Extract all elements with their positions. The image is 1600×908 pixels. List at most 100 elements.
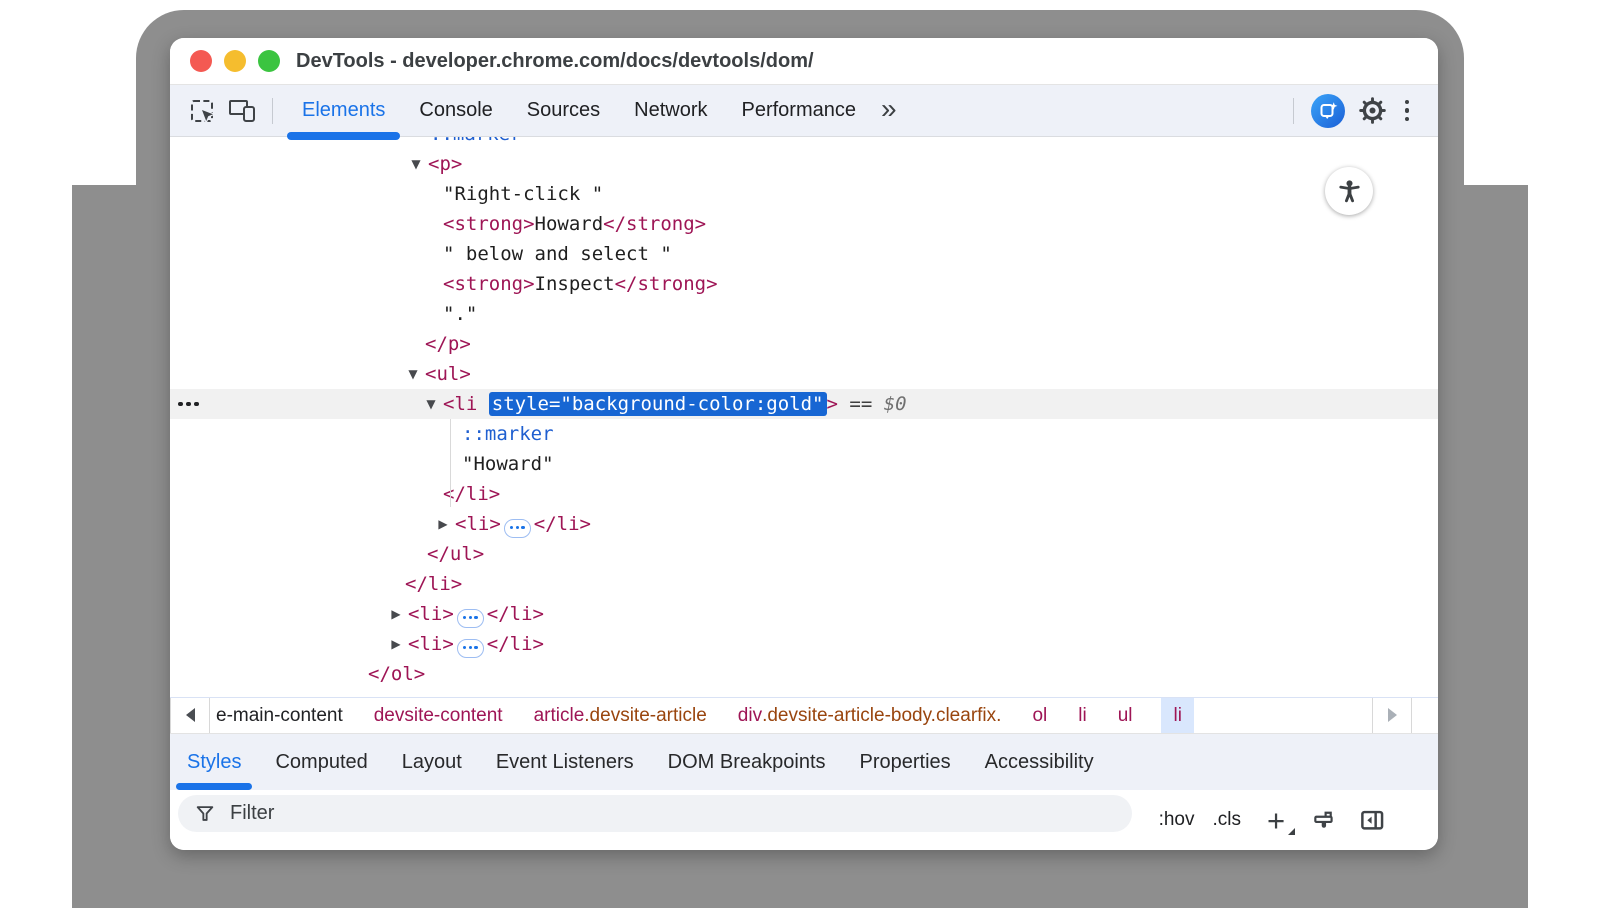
filter-input[interactable] (228, 801, 1028, 826)
tab-properties[interactable]: Properties (845, 734, 966, 790)
dom-token-text: "." (443, 303, 477, 325)
crumb-token-tag: devsite-content (374, 705, 503, 727)
expand-collapsearrow-icon[interactable]: ▼ (406, 149, 426, 179)
dom-token-tag: <strong> (443, 273, 535, 295)
inspect-element-button[interactable] (182, 91, 222, 131)
dom-tree-row[interactable]: <strong>Inspect</strong> (170, 269, 1438, 299)
more-options-button[interactable] (1392, 94, 1422, 128)
dom-node-text: </li> (405, 569, 462, 599)
dom-token-tag: </strong> (615, 273, 718, 295)
breadcrumb-item[interactable]: devsite-content (372, 698, 505, 733)
dom-node-text: "Right-click " (443, 179, 603, 209)
rendering-emulations-button[interactable] (1311, 807, 1337, 833)
zoom-window-button[interactable] (258, 50, 280, 72)
dom-token-tag: </ul> (427, 543, 484, 565)
breadcrumb-item[interactable]: ul (1116, 698, 1135, 733)
breadcrumb-scroll-left-button[interactable] (170, 698, 210, 734)
crumb-token-tag: li (1173, 705, 1181, 727)
breadcrumb-item[interactable]: div.devsite-article-body.clearfix. (736, 698, 1004, 733)
dom-tree-row[interactable]: <strong>Howard</strong> (170, 209, 1438, 239)
expand-collapsearrow-icon[interactable]: ▼ (403, 359, 423, 389)
breadcrumb: e-main-content devsite-content article.dev… (210, 698, 1194, 733)
breadcrumb-item[interactable]: ol (1030, 698, 1049, 733)
dom-node-text: <li></li> (408, 599, 544, 629)
dom-node-text: </ul> (427, 539, 484, 569)
tab-styles[interactable]: Styles (172, 734, 256, 790)
dom-token-tag: <p> (428, 153, 462, 175)
expand-arrow-icon[interactable]: ▶ (386, 629, 406, 659)
screenshot-stage: DevTools - developer.chrome.com/docs/dev… (0, 0, 1600, 908)
close-window-button[interactable] (190, 50, 212, 72)
settings-button[interactable] (1352, 91, 1392, 131)
selected-attribute[interactable]: style="background-color:gold" (489, 392, 827, 416)
breadcrumb-item[interactable]: li (1161, 698, 1193, 733)
styles-filter-field[interactable] (178, 795, 1132, 832)
tab-layout[interactable]: Layout (387, 734, 477, 790)
dom-token-tag: <ul> (425, 363, 471, 385)
ellipsis-node-button[interactable] (457, 609, 484, 628)
ai-assistance-button[interactable] (1311, 94, 1345, 128)
tab-accessibility[interactable]: Accessibility (970, 734, 1109, 790)
dom-tree-row[interactable]: "Right-click " (170, 179, 1438, 209)
dom-tree-row[interactable]: </li> (170, 569, 1438, 599)
dom-token-tag: </li> (405, 573, 462, 595)
dom-tree-row[interactable]: ▼<p> (170, 149, 1438, 179)
element-classes-button[interactable]: .cls (1213, 809, 1242, 831)
ai-sparkle-icon (1318, 101, 1338, 121)
tab-console[interactable]: Console (402, 85, 509, 136)
toggle-element-state-button[interactable]: :hov (1159, 809, 1195, 831)
expand-collapsearrow-icon[interactable]: ▼ (421, 389, 441, 419)
dom-node-text: <ul> (425, 359, 471, 389)
dom-tree-row[interactable]: ▼<li style="background-color:gold"> == $… (170, 389, 1438, 419)
dom-node-text: ::marker (430, 137, 522, 149)
tab-elements[interactable]: Elements (285, 85, 402, 136)
dom-tree-row[interactable]: ▼<ul> (170, 359, 1438, 389)
dom-tree-row[interactable]: ▶<li></li> (170, 629, 1438, 659)
expand-arrow-icon[interactable]: ▶ (386, 599, 406, 629)
dom-node-text: <strong>Howard</strong> (443, 209, 706, 239)
chevron-right-icon (1388, 708, 1397, 722)
breadcrumb-item[interactable]: e-main-content (214, 698, 345, 733)
breadcrumb-scroll-right-button[interactable] (1372, 698, 1412, 734)
crumb-token-plain: e-main-content (216, 705, 343, 727)
dom-tree-row[interactable]: "." (170, 299, 1438, 329)
dom-token-tag: <li> (455, 513, 501, 535)
dom-node-text: ::marker (462, 419, 554, 449)
dom-token-tag: </ol> (368, 663, 425, 685)
dom-tree-row[interactable]: "Howard" (170, 449, 1438, 479)
dom-token-text: Howard (535, 213, 604, 235)
dom-tree-row[interactable]: " below and select " (170, 239, 1438, 269)
tab-performance[interactable]: Performance (725, 85, 874, 136)
indent-guide-line (450, 419, 451, 507)
tab-computed[interactable]: Computed (260, 734, 382, 790)
dom-tree-row[interactable]: ▶<li></li> (170, 599, 1438, 629)
crumb-token-tag: div (738, 705, 762, 727)
devtools-toolbar: ElementsConsoleSourcesNetworkPerformance… (170, 85, 1438, 137)
tab-sources[interactable]: Sources (510, 85, 617, 136)
toggle-device-toolbar-button[interactable] (222, 91, 262, 131)
dom-token-tag: </p> (425, 333, 471, 355)
dom-tree-row[interactable]: </p> (170, 329, 1438, 359)
dom-tree-row[interactable]: </ul> (170, 539, 1438, 569)
expand-arrow-icon[interactable]: ▶ (433, 509, 453, 539)
tab-network[interactable]: Network (617, 85, 724, 136)
ellipsis-node-button[interactable] (504, 519, 531, 538)
dom-tree-row[interactable]: </li> (170, 479, 1438, 509)
row-actions-ellipsis-icon[interactable] (178, 389, 199, 419)
dom-tree-row[interactable]: ▶<li></li> (170, 509, 1438, 539)
breadcrumb-item[interactable]: li (1076, 698, 1088, 733)
tab-dom-breakpoints[interactable]: DOM Breakpoints (653, 734, 841, 790)
minimize-window-button[interactable] (224, 50, 246, 72)
dom-tree-row[interactable]: </ol> (170, 659, 1438, 689)
tab-event-listeners[interactable]: Event Listeners (481, 734, 649, 790)
accessibility-overlay-button[interactable] (1325, 167, 1373, 215)
dom-node-text: <p> (428, 149, 462, 179)
toggle-sidebar-button[interactable] (1359, 807, 1386, 834)
breadcrumb-item[interactable]: article.devsite-article (532, 698, 709, 733)
toolbar-divider-right (1293, 98, 1294, 124)
new-style-rule-button[interactable]: + (1263, 805, 1289, 835)
ellipsis-node-button[interactable] (457, 639, 484, 658)
dom-node-text: </li> (443, 479, 500, 509)
dom-tree-row[interactable]: ::marker (170, 419, 1438, 449)
more-tabs-button[interactable]: » (881, 95, 897, 127)
